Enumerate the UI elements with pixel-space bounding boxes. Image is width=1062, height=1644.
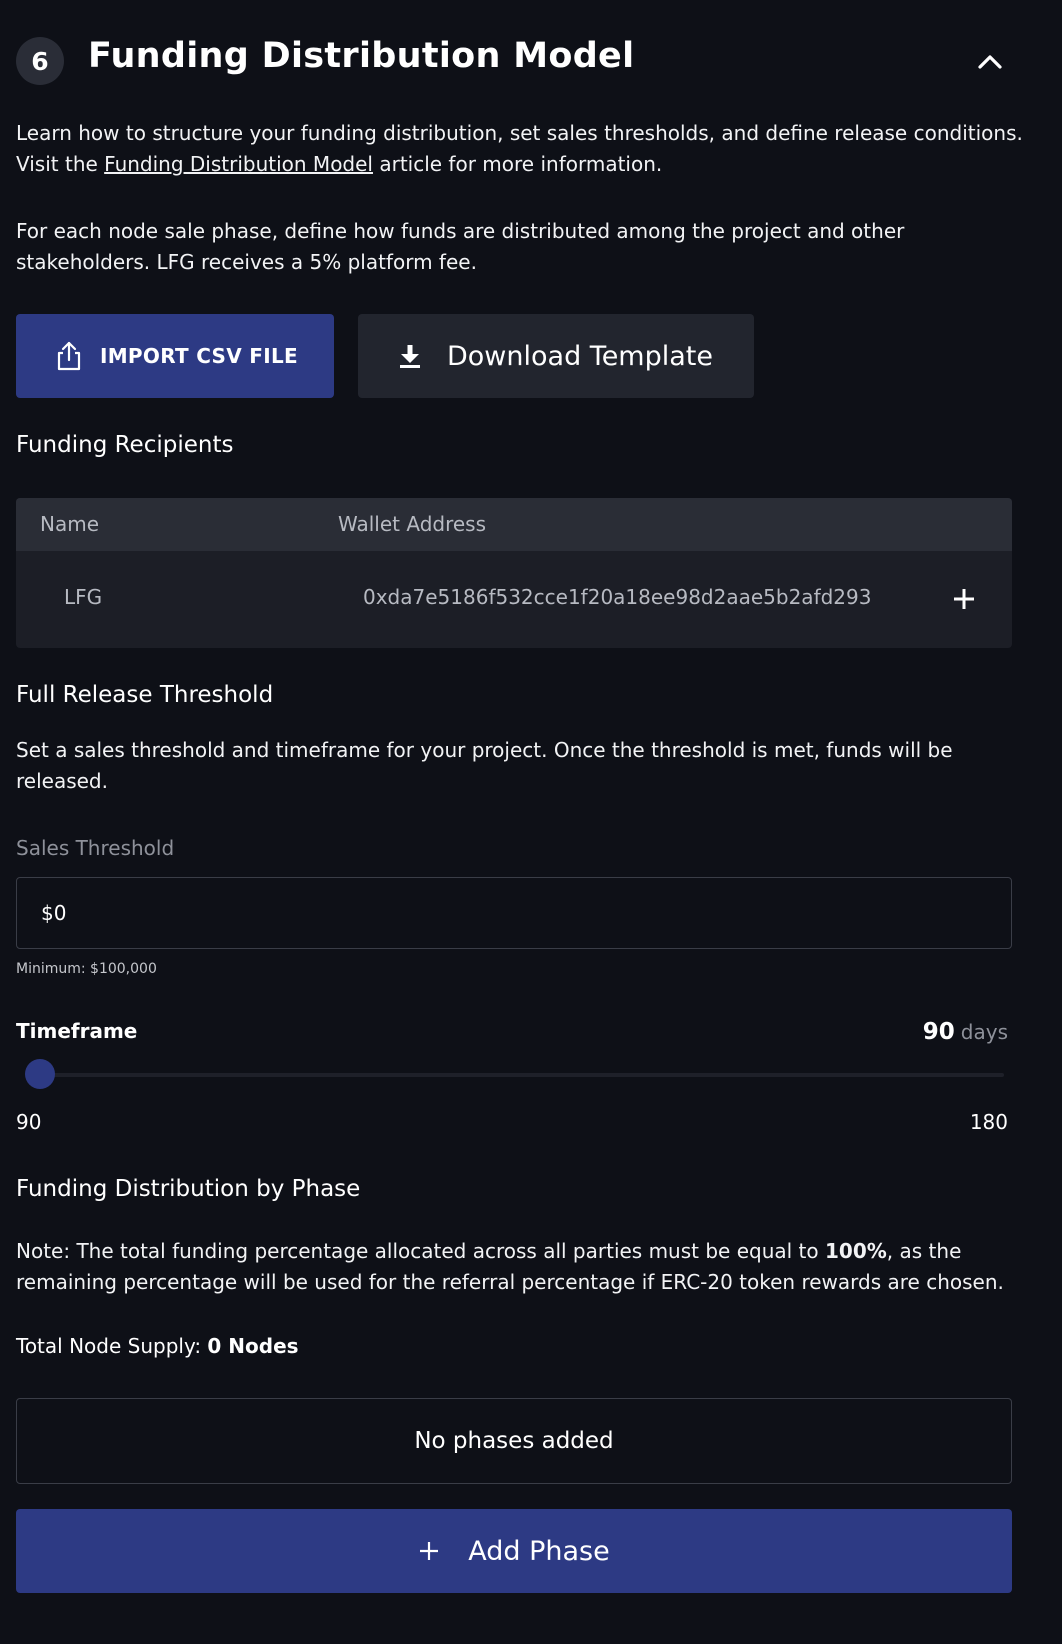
slider-min-label: 90	[16, 1110, 42, 1134]
timeframe-label: Timeframe	[16, 1019, 138, 1043]
add-phase-label: Add Phase	[468, 1535, 610, 1567]
supply-label: Total Node Supply:	[16, 1334, 208, 1358]
release-description-line-2: released.	[16, 769, 108, 793]
intro-line-1: Learn how to structure your funding dist…	[16, 121, 1023, 145]
distribution-note-line-1: Note: The total funding percentage alloc…	[16, 1236, 1004, 1267]
note-bold: 100%	[825, 1239, 887, 1263]
funding-recipients-table: Name Wallet Address LFG 0xda7e5186f532cc…	[16, 498, 1012, 648]
add-recipient-button[interactable]	[946, 581, 982, 617]
section-header[interactable]: 6 Funding Distribution Model	[16, 34, 1012, 85]
timeframe-slider-track[interactable]	[40, 1073, 1004, 1077]
phase-description-line-1: For each node sale phase, define how fun…	[16, 219, 905, 243]
release-description-line-1: Set a sales threshold and timeframe for …	[16, 738, 953, 762]
timeframe-value: 90	[922, 1019, 955, 1045]
phase-description-line-2: stakeholders. LFG receives a 5% platform…	[16, 250, 477, 274]
slider-max-label: 180	[969, 1110, 1008, 1134]
table-row: LFG 0xda7e5186f532cce1f20a18ee98d2aae5b2…	[16, 551, 1012, 648]
phases-empty-state: No phases added	[16, 1398, 1012, 1484]
phase-description: For each node sale phase, define how fun…	[16, 216, 904, 278]
plus-icon	[420, 1542, 439, 1560]
chevron-up-icon	[978, 55, 1002, 69]
recipient-name: LFG	[64, 585, 103, 609]
section-title: Funding Distribution Model	[88, 36, 635, 76]
intro-line-2-suffix: article for more information.	[372, 152, 663, 176]
import-csv-button[interactable]: IMPORT CSV FILE	[16, 314, 334, 398]
full-release-threshold-heading: Full Release Threshold	[16, 682, 274, 708]
note-prefix: Note: The total funding percentage alloc…	[16, 1239, 825, 1263]
step-number-badge: 6	[16, 37, 64, 85]
sales-threshold-input[interactable]: $0	[16, 877, 1012, 949]
funding-distribution-heading: Funding Distribution by Phase	[16, 1176, 361, 1202]
distribution-note-line-2: remaining percentage will be used for th…	[16, 1270, 1004, 1294]
add-phase-button[interactable]: Add Phase	[16, 1509, 1012, 1593]
download-template-label: Download Template	[447, 340, 713, 372]
column-header-wallet: Wallet Address	[338, 512, 487, 536]
import-csv-label: IMPORT CSV FILE	[99, 344, 298, 368]
recipient-wallet: 0xda7e5186f532cce1f20a18ee98d2aae5b2afd2…	[363, 585, 872, 609]
sales-threshold-hint: Minimum: $100,000	[16, 961, 157, 977]
intro-line-2-prefix: Visit the	[16, 152, 105, 176]
upload-icon	[57, 341, 81, 371]
intro-text: Learn how to structure your funding dist…	[16, 118, 1023, 180]
collapse-button[interactable]	[972, 44, 1008, 80]
distribution-note: Note: The total funding percentage alloc…	[16, 1236, 1004, 1298]
table-header: Name Wallet Address	[16, 498, 1012, 551]
note-suffix: , as the	[886, 1239, 962, 1263]
intro-line-2: Visit the Funding Distribution Model art…	[16, 149, 1023, 180]
timeframe-value-display: 90 days	[923, 1019, 1008, 1045]
timeframe-unit: days	[960, 1020, 1008, 1044]
funding-model-article-link[interactable]: Funding Distribution Model	[104, 152, 373, 176]
download-icon	[400, 345, 420, 368]
download-template-button[interactable]: Download Template	[358, 314, 754, 398]
sales-threshold-label: Sales Threshold	[16, 836, 175, 860]
total-node-supply: Total Node Supply: 0 Nodes	[16, 1334, 299, 1358]
plus-icon	[954, 589, 974, 609]
sales-threshold-value: $0	[41, 901, 67, 925]
supply-value: 0 Nodes	[207, 1334, 299, 1358]
timeframe-slider-thumb[interactable]	[25, 1059, 55, 1089]
empty-state-text: No phases added	[414, 1428, 614, 1454]
column-header-name: Name	[40, 512, 100, 536]
funding-recipients-heading: Funding Recipients	[16, 432, 234, 458]
release-description: Set a sales threshold and timeframe for …	[16, 735, 953, 797]
